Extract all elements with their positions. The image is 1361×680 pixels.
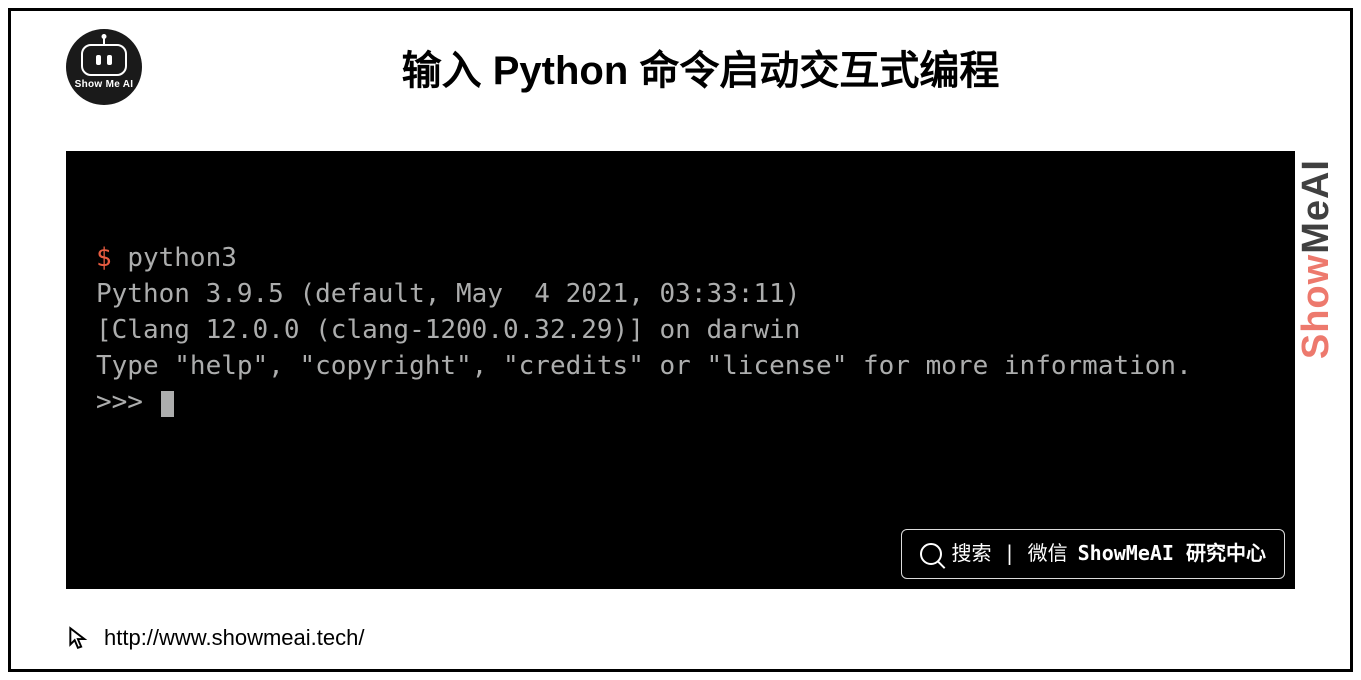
terminal-output-line: Python 3.9.5 (default, May 4 2021, 03:33… — [96, 277, 1265, 313]
search-icon — [920, 543, 942, 565]
cursor-block — [161, 391, 174, 417]
terminal-command-line: $ python3 — [96, 241, 1265, 277]
search-brand: ShowMeAI 研究中心 — [1078, 540, 1266, 568]
command-text: python3 — [127, 243, 237, 273]
slide-frame: Show Me AI 输入 Python 命令启动交互式编程 $ python3… — [8, 8, 1353, 672]
footer: http://www.showmeai.tech/ — [66, 625, 364, 651]
page-title: 输入 Python 命令启动交互式编程 — [182, 38, 1219, 96]
search-badge: 搜索 | 微信 ShowMeAI 研究中心 — [901, 529, 1286, 579]
robot-icon — [81, 44, 127, 76]
prompt-symbol: $ — [96, 243, 112, 273]
terminal-window: $ python3 Python 3.9.5 (default, May 4 2… — [66, 151, 1295, 589]
logo: Show Me AI — [66, 29, 142, 105]
terminal-output-line: [Clang 12.0.0 (clang-1200.0.32.29)] on d… — [96, 313, 1265, 349]
terminal-output-line: Type "help", "copyright", "credits" or "… — [96, 349, 1265, 385]
logo-text: Show Me AI — [75, 79, 134, 90]
header: Show Me AI 输入 Python 命令启动交互式编程 — [11, 11, 1350, 115]
arrow-cursor-icon — [66, 625, 92, 651]
watermark-vertical: ShowMeAI — [1295, 159, 1338, 359]
terminal-repl-prompt: >>> — [96, 385, 1265, 421]
footer-url: http://www.showmeai.tech/ — [104, 625, 364, 651]
search-label: 搜索 | 微信 — [952, 540, 1068, 568]
